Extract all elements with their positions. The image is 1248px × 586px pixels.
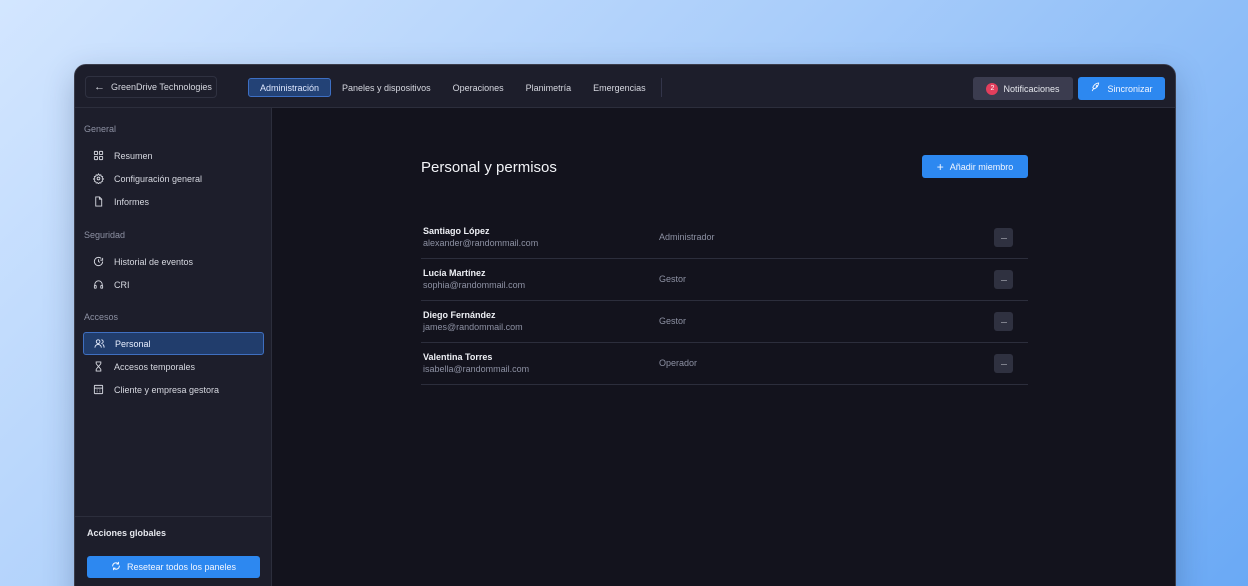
more-options-icon[interactable]: ···: [994, 270, 1013, 289]
member-role: Gestor: [659, 316, 687, 326]
grid-icon: [92, 150, 104, 161]
list-item: Diego Fernández james@randommail.com Ges…: [421, 301, 1028, 343]
list-item: Lucía Martínez sophia@randommail.com Ges…: [421, 259, 1028, 301]
members-list: Santiago López alexander@randommail.com …: [421, 217, 1028, 385]
sidebar-item-historial[interactable]: Historial de eventos: [83, 250, 264, 273]
hourglass-icon: [92, 361, 104, 372]
sync-label: Sincronizar: [1107, 83, 1153, 94]
tab-emergencias[interactable]: Emergencias: [582, 78, 657, 97]
sidebar-item-resumen[interactable]: Resumen: [83, 144, 264, 167]
list-item: Santiago López alexander@randommail.com …: [421, 217, 1028, 259]
reset-panels-label: Resetear todos los paneles: [126, 562, 237, 572]
notifications-button[interactable]: 2 Notificaciones: [973, 77, 1073, 100]
rocket-icon: [1090, 82, 1101, 95]
page-title: Personal y permisos: [421, 159, 557, 176]
more-options-icon[interactable]: ···: [994, 354, 1013, 373]
list-item: Valentina Torres isabella@randommail.com…: [421, 343, 1028, 385]
refresh-icon: [111, 561, 121, 573]
global-actions-title: Acciones globales: [87, 528, 167, 538]
sidebar-item-accesos-temporales[interactable]: Accesos temporales: [83, 355, 264, 378]
users-icon: [93, 338, 105, 349]
sidebar-item-label: Historial de eventos: [114, 256, 194, 267]
tab-divider: [660, 78, 662, 97]
top-bar: ← GreenDrive Technologies Administración…: [75, 65, 1175, 108]
sidebar-item-informes[interactable]: Informes: [83, 190, 264, 213]
section-title-accesos: Accesos: [84, 312, 119, 322]
main-tabs: Administración Paneles y dispositivos Op…: [248, 78, 662, 97]
sidebar-item-personal[interactable]: Personal: [83, 332, 264, 355]
sidebar-footer: Acciones globales Resetear todos los pan…: [75, 516, 271, 578]
tab-planimetria[interactable]: Planimetría: [515, 78, 583, 97]
sidebar-item-label: Personal: [115, 338, 151, 349]
member-email: james@randommail.com: [423, 322, 523, 332]
back-button[interactable]: ← GreenDrive Technologies: [85, 76, 217, 98]
sidebar-item-label: CRI: [114, 279, 130, 290]
notification-count-badge: 2: [986, 82, 999, 95]
arrow-left-icon: ←: [94, 80, 105, 93]
member-name: Diego Fernández: [423, 310, 496, 320]
member-role: Administrador: [659, 232, 715, 242]
sidebar-item-cri[interactable]: CRI: [83, 273, 264, 296]
member-email: isabella@randommail.com: [423, 364, 530, 374]
member-name: Santiago López: [423, 226, 490, 236]
member-role: Gestor: [659, 274, 687, 284]
sidebar-item-label: Cliente y empresa gestora: [114, 384, 220, 395]
file-icon: [92, 196, 104, 207]
reset-panels-button[interactable]: Resetear todos los paneles: [87, 556, 260, 578]
section-title-general: General: [84, 124, 117, 134]
sidebar-item-configuracion[interactable]: Configuración general: [83, 167, 264, 190]
more-options-icon[interactable]: ···: [994, 312, 1013, 331]
sidebar-item-label: Resumen: [114, 150, 153, 161]
member-email: sophia@randommail.com: [423, 280, 526, 290]
member-name: Lucía Martínez: [423, 268, 486, 278]
history-icon: [92, 256, 104, 267]
member-role: Operador: [659, 358, 698, 368]
notifications-label: Notificaciones: [1003, 83, 1060, 94]
sidebar-item-label: Informes: [114, 196, 150, 207]
section-title-seguridad: Seguridad: [84, 230, 126, 240]
sidebar-item-label: Configuración general: [114, 173, 203, 184]
back-button-label: GreenDrive Technologies: [111, 82, 212, 92]
plus-icon: +: [936, 159, 944, 174]
gear-icon: [92, 173, 104, 184]
tab-operaciones[interactable]: Operaciones: [442, 78, 515, 97]
member-email: alexander@randommail.com: [423, 238, 539, 248]
sidebar-item-label: Accesos temporales: [114, 361, 196, 372]
add-member-button[interactable]: + Añadir miembro: [922, 155, 1028, 178]
building-icon: [92, 384, 104, 395]
more-options-icon[interactable]: ···: [994, 228, 1013, 247]
add-member-label: Añadir miembro: [949, 161, 1014, 172]
sidebar-item-cliente[interactable]: Cliente y empresa gestora: [83, 378, 264, 401]
app-window: ← GreenDrive Technologies Administración…: [74, 64, 1176, 586]
member-name: Valentina Torres: [423, 352, 493, 362]
headset-icon: [92, 279, 104, 290]
tab-administracion[interactable]: Administración: [248, 78, 332, 97]
sync-button[interactable]: Sincronizar: [1078, 77, 1165, 100]
sidebar: General Resumen Configuración general In…: [75, 108, 272, 586]
tab-paneles[interactable]: Paneles y dispositivos: [331, 78, 442, 97]
